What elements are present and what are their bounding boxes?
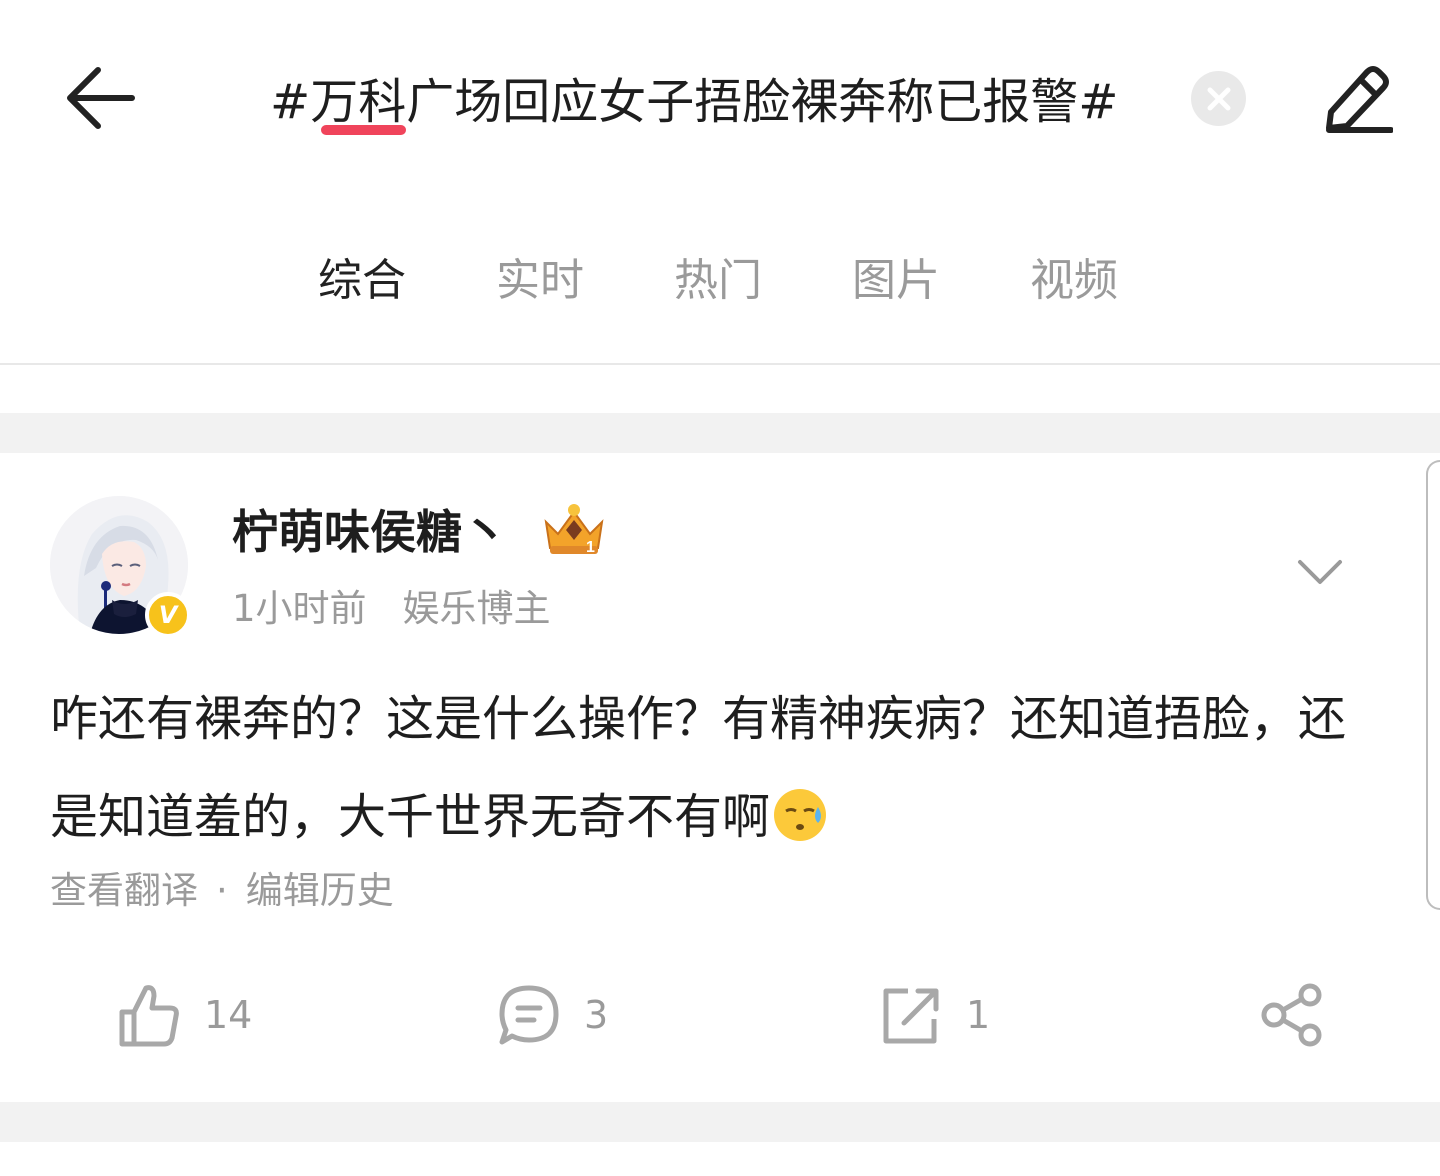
post-text: 咋还有裸奔的？这是什么操作？有精神疾病？还知道捂脸，还是知道羞的，大千世界无奇不… xyxy=(50,691,1347,845)
pencil-icon xyxy=(1326,66,1393,133)
share-button[interactable] xyxy=(1260,975,1324,1055)
verified-badge: V xyxy=(145,592,191,638)
share-icon xyxy=(1261,983,1322,1047)
tab-videos[interactable]: 视频 xyxy=(1030,250,1118,312)
section-spacer xyxy=(0,413,1440,453)
search-header: #万科广场回应女子捂脸裸奔称已报警# xyxy=(0,0,1440,195)
compose-button[interactable] xyxy=(1310,58,1400,138)
active-tab-indicator xyxy=(321,125,406,135)
post-meta: 1小时前 娱乐博主 xyxy=(232,584,551,634)
more-options-button[interactable] xyxy=(1290,545,1350,601)
clear-search-button[interactable] xyxy=(1191,71,1246,126)
arrow-left-icon xyxy=(67,67,135,129)
translate-link[interactable]: 查看翻译 xyxy=(50,869,198,912)
post-time: 1小时前 xyxy=(232,587,367,630)
search-input[interactable]: #万科广场回应女子捂脸裸奔称已报警# xyxy=(270,70,1165,134)
back-button[interactable] xyxy=(52,56,148,140)
link-separator: · xyxy=(216,869,228,912)
author-name[interactable]: 柠萌味侯糖丶 xyxy=(232,500,508,564)
repost-icon xyxy=(883,988,939,1044)
repost-button[interactable]: 1 xyxy=(880,975,990,1055)
search-tabs: 综合 实时 热门 图片 视频 xyxy=(0,228,1440,363)
thumbs-up-icon xyxy=(119,985,179,1047)
divider xyxy=(0,363,1440,365)
comment-button[interactable]: 3 xyxy=(498,975,608,1055)
post-actions: 14 3 1 xyxy=(0,975,1440,1055)
repost-count: 1 xyxy=(966,993,991,1037)
crown-badge-icon[interactable]: 1 xyxy=(540,500,608,558)
author-role: 娱乐博主 xyxy=(402,587,551,630)
scroll-edge-indicator xyxy=(1426,460,1440,910)
chevron-down-icon xyxy=(1298,560,1342,584)
like-count: 14 xyxy=(204,993,253,1037)
tab-hot[interactable]: 热门 xyxy=(674,250,762,312)
like-button[interactable]: 14 xyxy=(118,975,252,1055)
tab-comprehensive[interactable]: 综合 xyxy=(318,250,406,312)
tab-images[interactable]: 图片 xyxy=(852,250,940,312)
sweat-face-emoji-icon xyxy=(772,778,828,841)
post-links: 查看翻译 · 编辑历史 xyxy=(50,866,394,916)
section-spacer xyxy=(0,1102,1440,1142)
tab-realtime[interactable]: 实时 xyxy=(496,250,584,312)
close-icon xyxy=(1207,87,1230,110)
edit-history-link[interactable]: 编辑历史 xyxy=(246,869,394,912)
svg-text:1: 1 xyxy=(586,539,595,556)
comment-count: 3 xyxy=(584,993,609,1037)
post-body[interactable]: 咋还有裸奔的？这是什么操作？有精神疾病？还知道捂脸，还是知道羞的，大千世界无奇不… xyxy=(50,670,1350,866)
comment-icon xyxy=(499,985,559,1045)
